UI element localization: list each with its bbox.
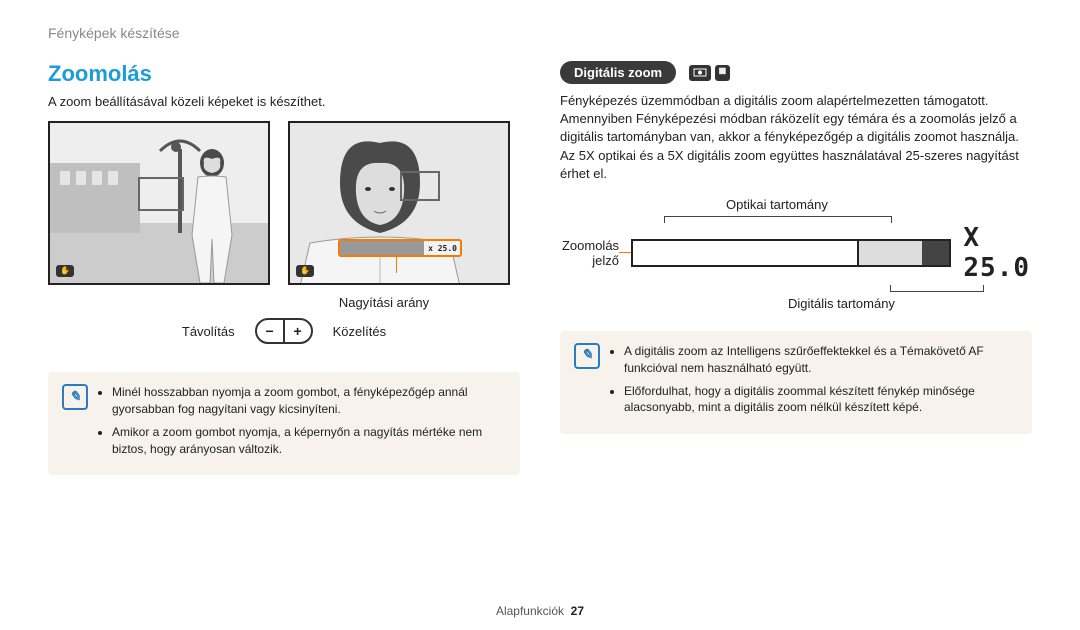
note-text: Előfordulhat, hogy a digitális zoommal k…: [624, 383, 1018, 417]
zoom-in-label: Közelítés: [333, 324, 386, 339]
digital-zoom-paragraph: Fényképezés üzemmódban a digitális zoom …: [560, 92, 1032, 183]
zoom-bar: x 25.0: [338, 239, 462, 257]
magnification-label: Nagyítási arány: [248, 295, 520, 310]
footer-section: Alapfunkciók: [496, 604, 564, 618]
focus-frame: [138, 177, 184, 211]
connector-line: [619, 252, 631, 253]
zoom-indicator-label: Zoomolás jelző: [560, 238, 619, 268]
zoom-controls: Távolítás − + Közelítés: [48, 318, 520, 344]
section-title: Zoomolás: [48, 61, 520, 87]
breadcrumb: Fényképek készítése: [48, 25, 1032, 41]
plus-icon: +: [285, 320, 311, 342]
note-text: A digitális zoom az Intelligens szűrőeff…: [624, 343, 1018, 377]
note-text: Minél hosszabban nyomja a zoom gombot, a…: [112, 384, 506, 418]
page-footer: Alapfunkciók 27: [0, 604, 1080, 618]
info-icon: ✎: [574, 343, 600, 369]
optical-bar: [631, 239, 857, 267]
camera-mode-p-icon: [689, 65, 711, 81]
zoom-value: X 25.0: [963, 223, 1032, 283]
digital-range-label: Digitális tartomány: [788, 296, 1032, 311]
zoom-rocker: − +: [255, 318, 313, 344]
footer-page-number: 27: [571, 604, 584, 618]
digital-bar: [857, 239, 951, 267]
person-figure: [288, 121, 510, 285]
info-note: ✎ Minél hosszabban nyomja a zoom gombot,…: [48, 372, 520, 475]
person-figure: [172, 145, 250, 283]
stabilizer-icon: ✋: [296, 265, 314, 277]
scene-icon: ▦: [715, 65, 731, 81]
zoom-bar-text: x 25.0: [428, 244, 457, 253]
intro-text: A zoom beállításával közeli képeket is k…: [48, 93, 520, 111]
stabilizer-icon: ✋: [56, 265, 74, 277]
digital-zoom-pill: Digitális zoom: [560, 61, 676, 84]
note-text: Amikor a zoom gombot nyomja, a képernyőn…: [112, 424, 506, 458]
minus-icon: −: [257, 320, 285, 342]
example-screens: 00001 ▭ ▮▮ 16M ◧ ϟA: [48, 121, 520, 285]
optical-range-label: Optikai tartomány: [726, 197, 1032, 212]
info-note: ✎ A digitális zoom az Intelligens szűrőe…: [560, 331, 1032, 434]
screen-wide: 00001 ▭ ▮▮ 16M ◧ ϟA: [48, 121, 270, 285]
focus-frame: [400, 171, 440, 201]
zoom-out-label: Távolítás: [182, 324, 235, 339]
info-icon: ✎: [62, 384, 88, 410]
zoom-range-diagram: Optikai tartomány Zoomolás jelző X 25.0 …: [560, 197, 1032, 311]
screen-tele: 00001 ▭ ▮▮ 16M ◧ ϟA: [288, 121, 510, 285]
